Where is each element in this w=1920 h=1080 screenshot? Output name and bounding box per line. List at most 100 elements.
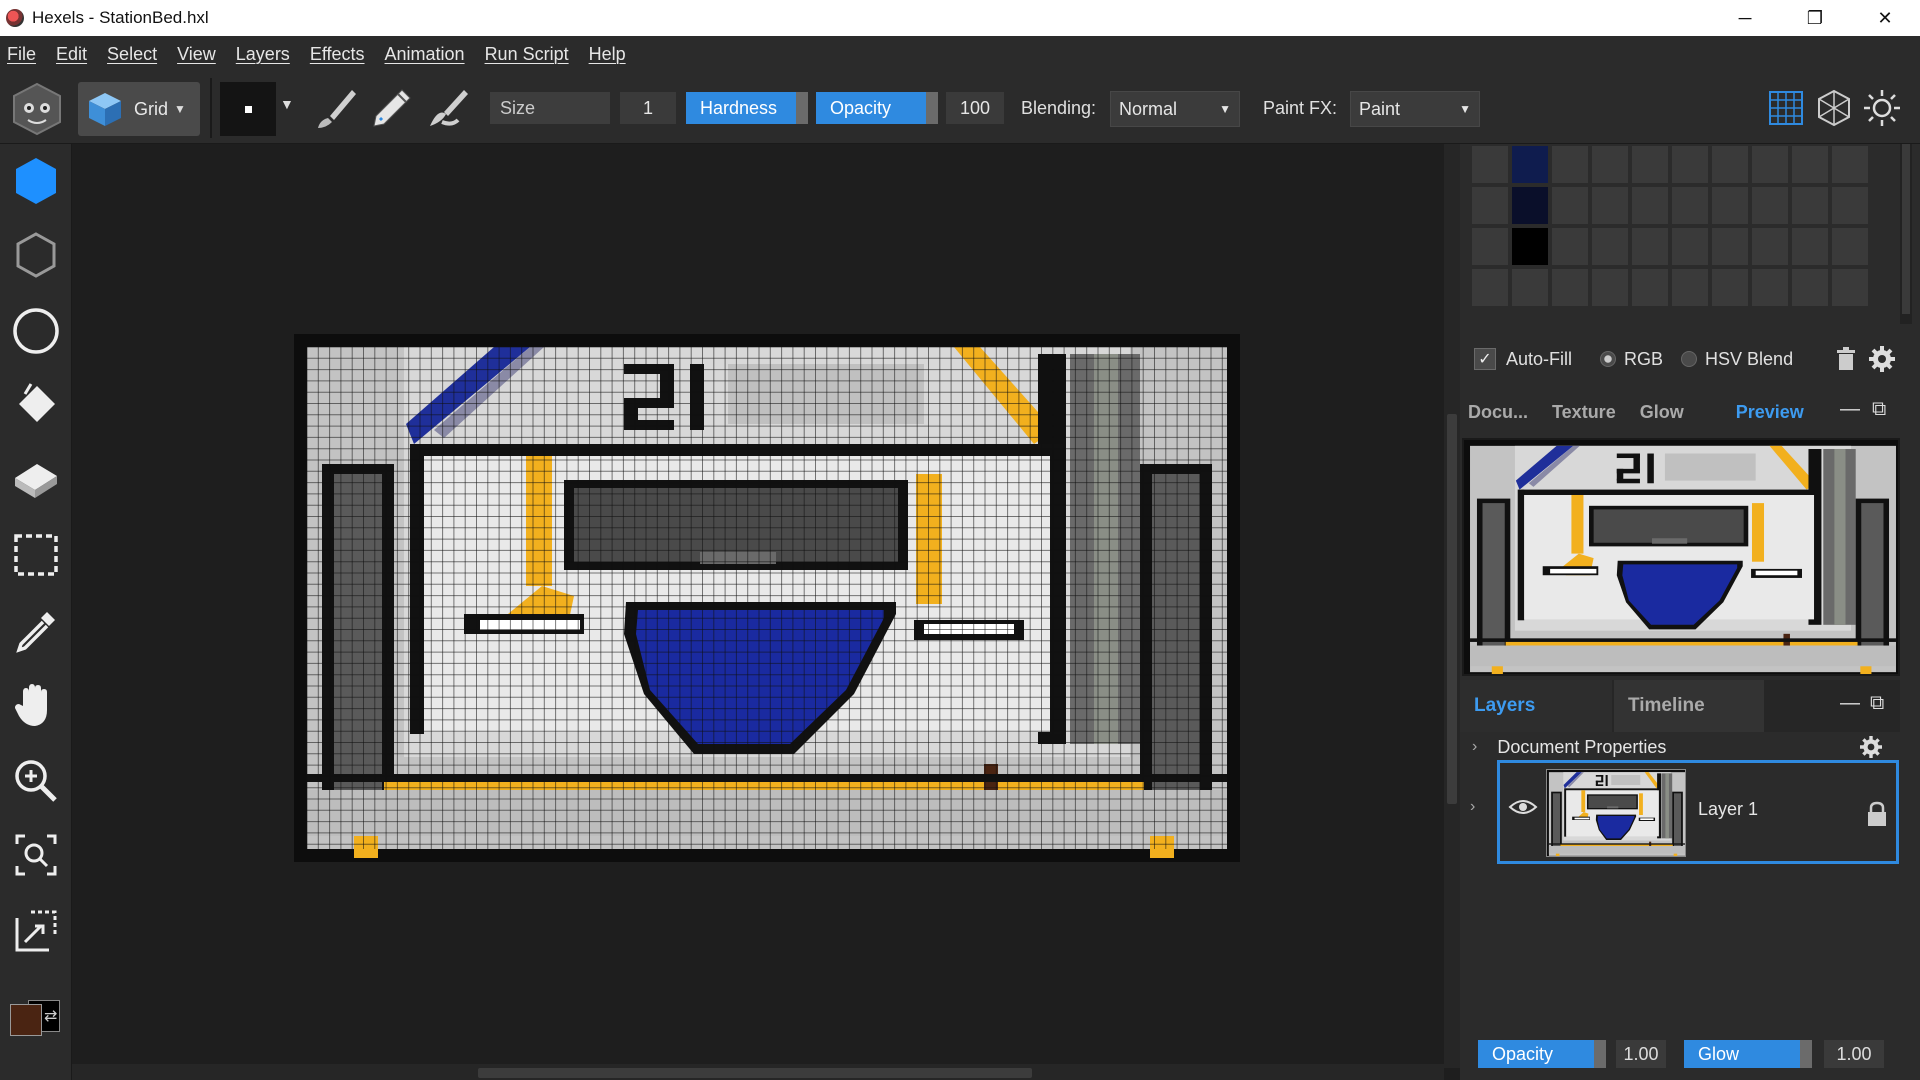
- canvas-vertical-scrollbar[interactable]: [1444, 144, 1460, 1068]
- paint-bucket-icon[interactable]: [11, 380, 61, 430]
- layer-expand-chevron-icon[interactable]: ›: [1470, 798, 1475, 816]
- hardness-slider[interactable]: Hardness: [686, 92, 808, 124]
- light-mode-icon[interactable]: [1862, 88, 1902, 128]
- color-swatch[interactable]: [1790, 267, 1830, 308]
- hexels-mascot-icon[interactable]: [10, 80, 64, 138]
- color-swatch[interactable]: [1830, 144, 1870, 185]
- color-swatch[interactable]: [1670, 267, 1710, 308]
- color-swatch[interactable]: [1590, 226, 1630, 267]
- trash-icon[interactable]: [1835, 347, 1857, 371]
- color-swatch[interactable]: [1590, 144, 1630, 185]
- rectangle-select-icon[interactable]: [11, 530, 61, 580]
- zoom-icon[interactable]: [11, 756, 61, 806]
- layer-opacity-knob[interactable]: [1594, 1040, 1606, 1068]
- hex-fill-tool-icon[interactable]: [11, 156, 61, 206]
- horizontal-scroll-thumb[interactable]: [478, 1068, 1032, 1078]
- color-swatch[interactable]: [1630, 185, 1670, 226]
- smudge-icon[interactable]: [424, 86, 470, 132]
- autofill-checkbox[interactable]: ✓: [1474, 348, 1496, 370]
- swatch-scrollbar[interactable]: [1900, 144, 1912, 324]
- color-swatch[interactable]: [1710, 144, 1750, 185]
- popout-layers-panel-icon[interactable]: ⧉: [1870, 692, 1884, 715]
- color-swatch[interactable]: [1830, 185, 1870, 226]
- pencil-icon[interactable]: [368, 86, 414, 132]
- vertical-scroll-thumb[interactable]: [1447, 414, 1457, 804]
- canvas-horizontal-scrollbar[interactable]: [72, 1064, 1444, 1080]
- minimize-layers-panel-icon[interactable]: —: [1840, 692, 1860, 715]
- color-swatch[interactable]: [1710, 185, 1750, 226]
- blending-dropdown[interactable]: Normal ▼: [1110, 91, 1240, 127]
- color-swatch[interactable]: [1750, 226, 1790, 267]
- size-field[interactable]: Size: [490, 92, 610, 124]
- layer-opacity-slider[interactable]: Opacity: [1478, 1040, 1606, 1068]
- color-swatch[interactable]: [1470, 226, 1510, 267]
- color-swatch[interactable]: [1750, 267, 1790, 308]
- swap-colors-icon[interactable]: ⇄: [44, 1006, 57, 1026]
- color-swatch[interactable]: [1550, 226, 1590, 267]
- color-swatch[interactable]: [1790, 144, 1830, 185]
- menu-run-script[interactable]: Run Script: [479, 44, 582, 65]
- grid-overlay-icon[interactable]: [1766, 88, 1806, 128]
- layer-row[interactable]: Layer 1: [1497, 760, 1899, 864]
- menu-effects[interactable]: Effects: [304, 44, 378, 65]
- menu-file[interactable]: File: [1, 44, 49, 65]
- swatch-scroll-thumb[interactable]: [1902, 144, 1910, 314]
- opacity-slider[interactable]: Opacity: [816, 92, 938, 124]
- layer-glow-value[interactable]: 1.00: [1824, 1040, 1884, 1068]
- circle-tool-icon[interactable]: [11, 306, 61, 356]
- color-swatch[interactable]: [1630, 226, 1670, 267]
- gear-icon[interactable]: [1869, 346, 1896, 372]
- document-properties-row[interactable]: › Document Properties: [1462, 730, 1902, 764]
- color-swatch[interactable]: [1630, 144, 1670, 185]
- chevron-right-icon[interactable]: ›: [1472, 738, 1477, 756]
- opacity-knob[interactable]: [926, 92, 938, 124]
- layer-name[interactable]: Layer 1: [1698, 799, 1758, 820]
- color-swatch[interactable]: [1470, 144, 1510, 185]
- opacity-value-input[interactable]: 100: [946, 92, 1004, 124]
- color-swatch[interactable]: [1790, 226, 1830, 267]
- layer-glow-knob[interactable]: [1800, 1040, 1812, 1068]
- transform-icon[interactable]: [11, 906, 61, 956]
- color-swatch[interactable]: [1670, 185, 1710, 226]
- color-swatch[interactable]: [1510, 185, 1550, 226]
- tab-preview[interactable]: Preview: [1736, 402, 1804, 423]
- color-swatch[interactable]: [1470, 267, 1510, 308]
- color-swatch[interactable]: [1750, 144, 1790, 185]
- brush-shape-selector[interactable]: [220, 82, 276, 136]
- color-swatch[interactable]: [1510, 226, 1550, 267]
- color-swatch[interactable]: [1710, 226, 1750, 267]
- color-swatch-grid[interactable]: [1464, 144, 1896, 324]
- tab-texture[interactable]: Texture: [1552, 402, 1616, 423]
- minimize-button[interactable]: ─: [1710, 0, 1780, 36]
- grid-type-button[interactable]: Grid ▼: [78, 82, 200, 136]
- tab-timeline[interactable]: Timeline: [1614, 680, 1764, 732]
- primary-color-swatch[interactable]: [10, 1004, 42, 1036]
- gear-icon[interactable]: [1860, 736, 1882, 758]
- hand-pan-icon[interactable]: [11, 680, 61, 730]
- color-swatch[interactable]: [1670, 226, 1710, 267]
- eye-icon[interactable]: [1508, 797, 1538, 817]
- color-swatch[interactable]: [1670, 144, 1710, 185]
- pixel-art-canvas[interactable]: [294, 334, 1240, 862]
- color-swatch[interactable]: [1590, 267, 1630, 308]
- color-swatch[interactable]: [1710, 267, 1750, 308]
- hsv-blend-radio[interactable]: [1681, 351, 1698, 367]
- eraser-icon[interactable]: [11, 456, 61, 506]
- zoom-fit-icon[interactable]: [11, 830, 61, 880]
- color-swatch[interactable]: [1510, 144, 1550, 185]
- hardness-knob[interactable]: [796, 92, 808, 124]
- rgb-radio[interactable]: [1600, 351, 1617, 367]
- color-swatch[interactable]: [1790, 185, 1830, 226]
- size-value-input[interactable]: 1: [620, 92, 676, 124]
- color-swatch[interactable]: [1750, 185, 1790, 226]
- color-swatch[interactable]: [1830, 226, 1870, 267]
- color-swatch[interactable]: [1630, 267, 1670, 308]
- lock-icon[interactable]: [1866, 801, 1888, 827]
- menu-layers[interactable]: Layers: [230, 44, 303, 65]
- color-swatch[interactable]: [1510, 267, 1550, 308]
- minimize-panel-icon[interactable]: —: [1840, 398, 1860, 421]
- menu-help[interactable]: Help: [583, 44, 639, 65]
- layer-opacity-value[interactable]: 1.00: [1616, 1040, 1666, 1068]
- color-swatch[interactable]: [1550, 144, 1590, 185]
- hex-grid-icon[interactable]: [1814, 88, 1854, 128]
